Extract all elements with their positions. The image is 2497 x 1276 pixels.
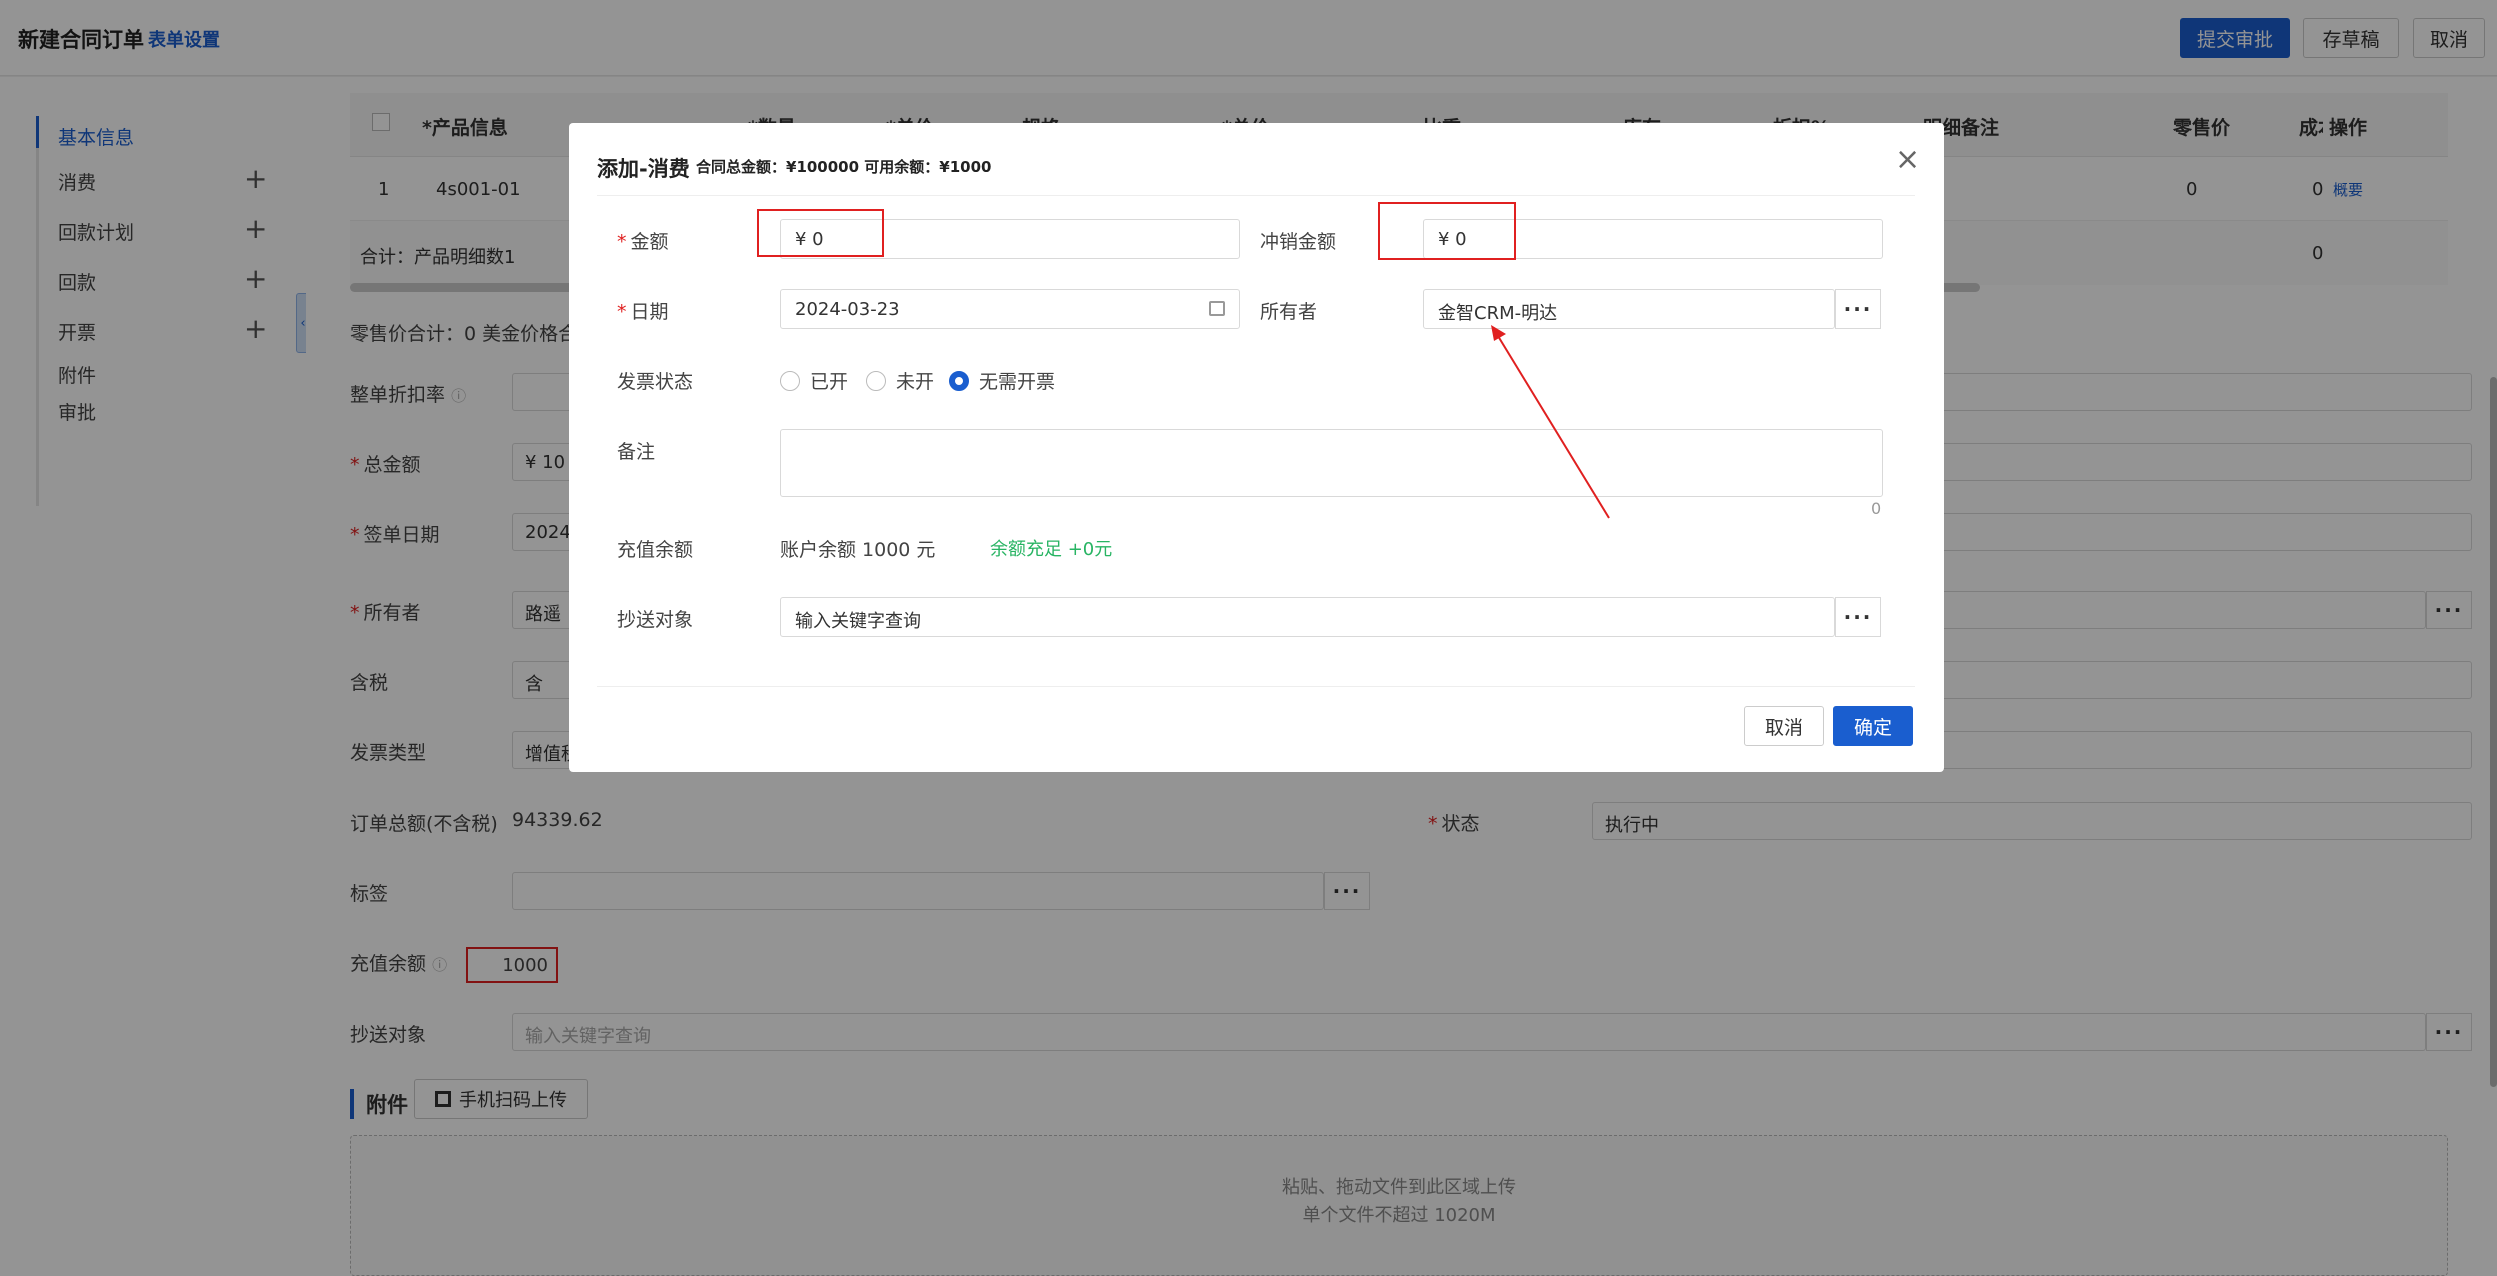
annotation-arrow bbox=[1491, 325, 1610, 519]
